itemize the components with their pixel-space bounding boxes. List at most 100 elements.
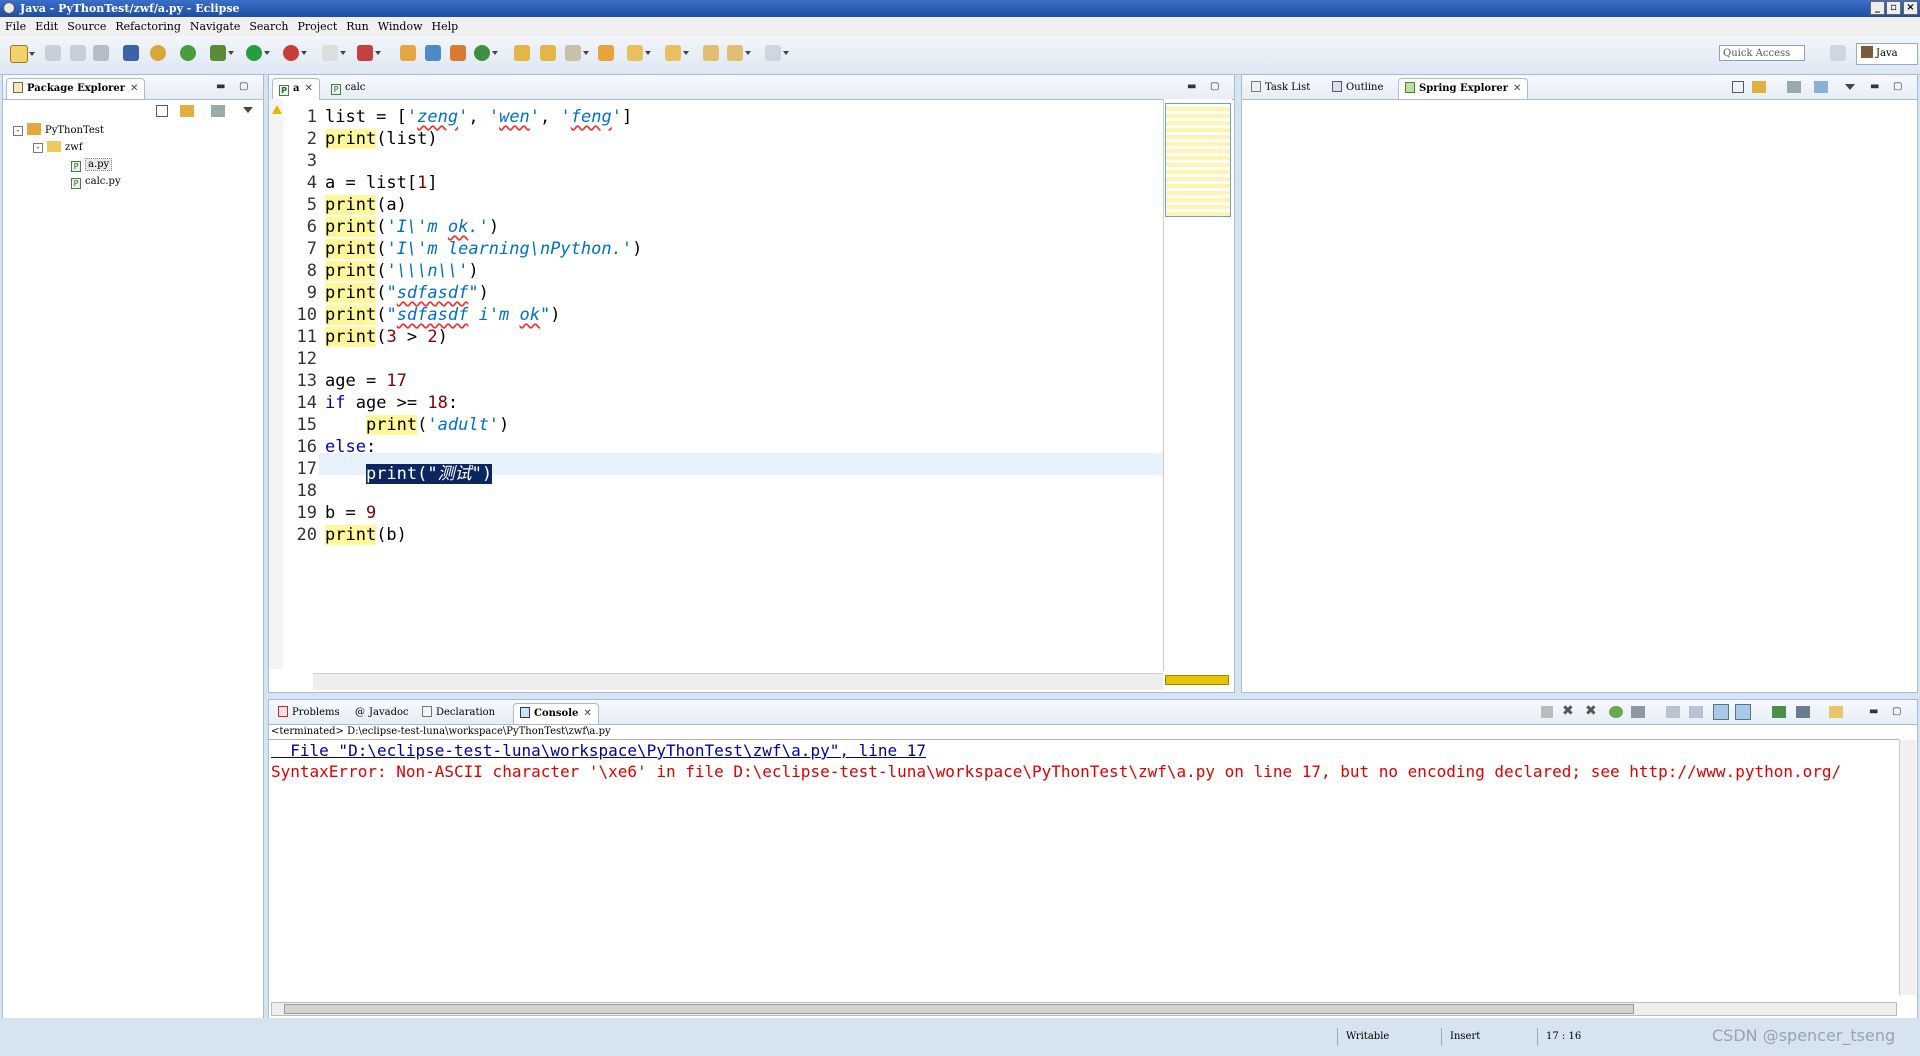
- tab-a-py[interactable]: Pa ✕: [272, 78, 320, 99]
- link-with-editor-icon[interactable]: [180, 105, 194, 117]
- new-java-project-icon[interactable]: [400, 45, 416, 61]
- maximize-icon[interactable]: ▢: [1892, 706, 1901, 717]
- view-menu-icon[interactable]: [243, 107, 253, 113]
- menu-run[interactable]: Run: [341, 17, 372, 36]
- search-icon[interactable]: [565, 45, 589, 61]
- new-icon[interactable]: [10, 45, 35, 63]
- toggle-breakpoint-icon[interactable]: [123, 45, 139, 61]
- menu-source[interactable]: Source: [62, 17, 110, 36]
- maximize-icon[interactable]: ▢: [1210, 81, 1219, 92]
- remove-all-terminated-icon[interactable]: ✖: [1585, 703, 1597, 719]
- maximize-icon[interactable]: ▢: [239, 81, 248, 92]
- save-all-icon[interactable]: [70, 45, 86, 61]
- minimize-button[interactable]: _: [1870, 1, 1885, 15]
- python-icon[interactable]: [150, 45, 166, 61]
- print-icon[interactable]: [93, 45, 109, 61]
- collapse-all-icon[interactable]: [1732, 81, 1744, 93]
- close-icon[interactable]: ✕: [130, 79, 138, 99]
- tree-item-file-selected[interactable]: Pa.py: [71, 157, 113, 173]
- minimize-icon[interactable]: ▬: [1870, 81, 1879, 92]
- new-class-icon[interactable]: [450, 45, 466, 61]
- collapse-toggle-icon[interactable]: -: [13, 126, 23, 136]
- console-file-link[interactable]: File "D:\eclipse-test-luna\workspace\PyT…: [271, 741, 1899, 761]
- editor-horizontal-scrollbar[interactable]: [313, 673, 1163, 690]
- run-config-icon[interactable]: [180, 45, 196, 61]
- tab-calc-py[interactable]: Pcalc: [325, 78, 371, 98]
- tab-outline[interactable]: Outline: [1326, 78, 1389, 98]
- word-wrap-icon[interactable]: [1713, 704, 1729, 720]
- tab-package-explorer[interactable]: Package Explorer ✕: [6, 78, 146, 99]
- overview-ruler[interactable]: [1163, 99, 1232, 671]
- menu-edit[interactable]: Edit: [30, 17, 62, 36]
- open-console-icon[interactable]: [1772, 706, 1786, 718]
- external-tools-icon[interactable]: [357, 45, 381, 61]
- tab-console[interactable]: Console ✕: [513, 703, 599, 724]
- overview-viewport[interactable]: [1165, 103, 1231, 217]
- tab-declaration[interactable]: Declaration: [416, 703, 501, 723]
- next-annotation-icon[interactable]: [627, 45, 651, 61]
- display-selected-console-icon[interactable]: [1796, 706, 1810, 718]
- maximize-icon[interactable]: ▢: [1893, 81, 1902, 92]
- refresh-icon[interactable]: [474, 45, 498, 61]
- restore-button[interactable]: ▫: [1886, 1, 1901, 15]
- tab-task-list[interactable]: Task List: [1245, 78, 1316, 98]
- close-icon[interactable]: ✕: [304, 79, 312, 99]
- tab-spring-explorer[interactable]: Spring Explorer ✕: [1398, 78, 1529, 99]
- remove-launch-icon[interactable]: ✖: [1562, 703, 1574, 719]
- minimize-icon[interactable]: ▬: [1187, 81, 1196, 92]
- menu-search[interactable]: Search: [244, 17, 292, 36]
- open-folder-icon[interactable]: [598, 45, 614, 61]
- tree-item-file[interactable]: Pcalc.py: [71, 174, 121, 190]
- open-perspective-icon[interactable]: [1830, 45, 1846, 61]
- menu-project[interactable]: Project: [292, 17, 341, 36]
- menu-help[interactable]: Help: [427, 17, 463, 36]
- run-icon[interactable]: [246, 45, 270, 61]
- close-icon[interactable]: ✕: [583, 704, 591, 724]
- menu-file[interactable]: File: [0, 17, 30, 36]
- filters-icon[interactable]: [211, 105, 225, 117]
- close-icon[interactable]: ✕: [1513, 79, 1521, 99]
- overview-warning-marker[interactable]: [1165, 675, 1229, 685]
- new-console-icon[interactable]: [1829, 706, 1843, 718]
- collapse-all-icon[interactable]: [156, 105, 168, 117]
- gear-icon[interactable]: [210, 45, 234, 61]
- tree-item-project[interactable]: - PyThonTest: [13, 123, 104, 139]
- new-package-icon[interactable]: [425, 45, 441, 61]
- code-area[interactable]: 1 list = ['zeng', 'wen', 'feng'] 2 print(l…: [283, 99, 1207, 669]
- console-horizontal-scrollbar[interactable]: [271, 1002, 1897, 1016]
- forward-icon[interactable]: [765, 45, 789, 61]
- stop-icon[interactable]: [322, 45, 346, 61]
- menu-refactoring[interactable]: Refactoring: [110, 17, 185, 36]
- menu-navigate[interactable]: Navigate: [185, 17, 244, 36]
- java-perspective-button[interactable]: Java: [1856, 43, 1918, 65]
- warning-icon[interactable]: [272, 105, 282, 114]
- view-menu-icon[interactable]: [1845, 84, 1855, 90]
- link-with-editor-icon[interactable]: [1752, 81, 1766, 93]
- last-edit-location-icon[interactable]: [703, 45, 719, 61]
- terminate-icon[interactable]: [1541, 706, 1553, 718]
- quick-access-field[interactable]: Quick Access: [1719, 45, 1805, 61]
- show-on-output-icon[interactable]: [1735, 704, 1751, 720]
- save-icon[interactable]: [45, 45, 61, 61]
- minimize-icon[interactable]: ▬: [1869, 706, 1878, 717]
- clear-console-icon[interactable]: [1666, 706, 1680, 718]
- open-type-icon[interactable]: [514, 45, 530, 61]
- minimize-icon[interactable]: ▬: [216, 81, 225, 92]
- back-icon[interactable]: [727, 45, 751, 61]
- tree-item-folder[interactable]: - zwf: [33, 140, 83, 156]
- pin-console-icon[interactable]: [1631, 706, 1645, 718]
- open-task-icon[interactable]: [540, 45, 556, 61]
- console-vertical-scrollbar[interactable]: [1899, 740, 1916, 995]
- previous-annotation-icon[interactable]: [665, 45, 689, 61]
- menu-window[interactable]: Window: [373, 17, 427, 36]
- scroll-lock-icon[interactable]: [1689, 706, 1703, 718]
- collapse-toggle-icon[interactable]: -: [33, 143, 43, 153]
- console-output[interactable]: File "D:\eclipse-test-luna\workspace\PyT…: [271, 741, 1899, 995]
- tab-javadoc[interactable]: @ Javadoc: [349, 703, 415, 723]
- relaunch-icon[interactable]: [1609, 706, 1623, 718]
- close-window-button[interactable]: ×: [1903, 1, 1918, 15]
- debug-icon[interactable]: [283, 45, 307, 61]
- scrollbar-thumb[interactable]: [284, 1004, 1634, 1014]
- tab-problems[interactable]: Problems: [272, 703, 346, 723]
- sort-icon[interactable]: [1814, 81, 1828, 93]
